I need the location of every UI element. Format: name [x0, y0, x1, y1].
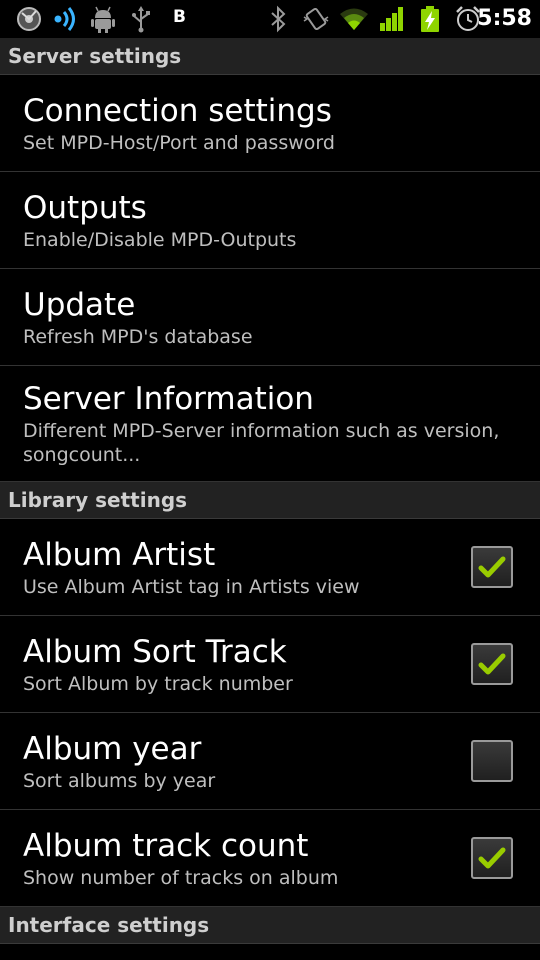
signal-icon — [380, 7, 403, 31]
checkmark-icon — [478, 847, 506, 869]
pref-summary: Enable/Disable MPD-Outputs — [23, 229, 297, 251]
album-artist-item[interactable]: Album Artist Use Album Artist tag in Art… — [0, 519, 540, 616]
album-year-item[interactable]: Album year Sort albums by year — [0, 713, 540, 810]
vibrate-icon — [303, 7, 329, 31]
usb-icon — [132, 6, 150, 33]
album-sort-track-item[interactable]: Album Sort Track Sort Album by track num… — [0, 616, 540, 713]
pref-summary: Show number of tracks on album — [23, 867, 339, 889]
android-debug-icon — [91, 6, 115, 33]
album-sort-track-checkbox[interactable] — [471, 643, 513, 685]
pref-summary: Use Album Artist tag in Artists view — [23, 576, 360, 598]
album-year-checkbox[interactable] — [471, 740, 513, 782]
album-track-count-item[interactable]: Album track count Show number of tracks … — [0, 810, 540, 907]
bluetooth-icon — [271, 5, 286, 33]
pref-summary: Set MPD-Host/Port and password — [23, 132, 335, 154]
pref-summary: Refresh MPD's database — [23, 326, 253, 348]
wifi-icon — [340, 8, 368, 30]
pref-title: Server Information — [23, 381, 314, 417]
pref-title: Album year — [23, 731, 202, 767]
pref-title: Connection settings — [23, 93, 332, 129]
pref-title: Album track count — [23, 828, 309, 864]
clock: 5:58 — [477, 6, 532, 31]
update-item[interactable]: Update Refresh MPD's database — [0, 269, 540, 366]
library-settings-header: Library settings — [0, 482, 540, 519]
album-artist-checkbox[interactable] — [471, 546, 513, 588]
wireless-icon — [54, 7, 75, 31]
interface-settings-header: Interface settings — [0, 907, 540, 944]
outputs-item[interactable]: Outputs Enable/Disable MPD-Outputs — [0, 172, 540, 269]
pref-title: Outputs — [23, 190, 147, 226]
preferences-list[interactable]: Server settings Connection settings Set … — [0, 38, 540, 944]
server-settings-header: Server settings — [0, 38, 540, 75]
server-information-item[interactable]: Server Information Different MPD-Server … — [0, 366, 540, 482]
pref-title: Album Sort Track — [23, 634, 287, 670]
pref-summary: Different MPD-Server information such as… — [23, 420, 500, 466]
connection-settings-item[interactable]: Connection settings Set MPD-Host/Port an… — [0, 75, 540, 172]
b-letter-icon: B — [173, 7, 186, 27]
album-track-count-checkbox[interactable] — [471, 837, 513, 879]
checkmark-icon — [478, 653, 506, 675]
status-bar: B 5:58 — [0, 0, 540, 38]
checkmark-icon — [476, 745, 508, 777]
battery-charging-icon — [421, 6, 439, 32]
pref-summary: Sort albums by year — [23, 770, 216, 792]
pref-summary: Sort Album by track number — [23, 673, 293, 695]
pref-title: Update — [23, 287, 136, 323]
pref-title: Album Artist — [23, 537, 216, 573]
checkmark-icon — [478, 556, 506, 578]
mpdroid-icon — [17, 7, 41, 31]
